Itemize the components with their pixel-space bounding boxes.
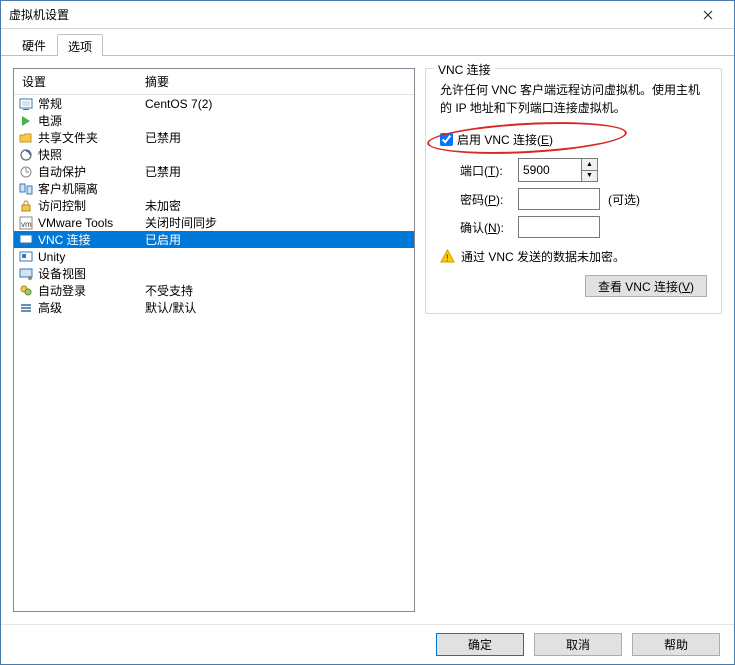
row-summary: CentOS 7(2) (143, 97, 414, 111)
row-label: 电源 (38, 112, 143, 129)
list-row[interactable]: 电源 (14, 112, 414, 129)
window-title: 虚拟机设置 (9, 6, 686, 23)
row-label: 自动保护 (38, 163, 143, 180)
isolation-icon (18, 181, 34, 197)
port-label: 端口(T): (460, 162, 518, 179)
row-summary: 已禁用 (143, 129, 414, 146)
password-label: 密码(P): (460, 191, 518, 208)
device-view-icon (18, 266, 34, 282)
port-row: 端口(T): ▲ ▼ (440, 158, 707, 182)
help-button[interactable]: 帮助 (632, 633, 720, 656)
lock-icon (18, 198, 34, 214)
spinner-up[interactable]: ▲ (582, 159, 597, 171)
vnc-panel: VNC 连接 允许任何 VNC 客户端远程访问虚拟机。使用主机的 IP 地址和下… (425, 68, 722, 612)
vmtools-icon: vm (18, 215, 34, 231)
confirm-label: 确认(N): (460, 219, 518, 236)
settings-list[interactable]: 设置 摘要 常规 CentOS 7(2) 电源 共享文件夹 已禁用 快照 (13, 68, 415, 612)
folder-icon (18, 130, 34, 146)
row-label: VMware Tools (38, 216, 143, 230)
row-label: 共享文件夹 (38, 129, 143, 146)
list-row[interactable]: 常规 CentOS 7(2) (14, 95, 414, 112)
row-label: 设备视图 (38, 265, 143, 282)
password-input[interactable] (518, 188, 600, 210)
list-row[interactable]: 高级 默认/默认 (14, 299, 414, 316)
advanced-icon (18, 300, 34, 316)
vnc-description: 允许任何 VNC 客户端远程访问虚拟机。使用主机的 IP 地址和下列端口连接虚拟… (440, 81, 707, 117)
list-row[interactable]: 自动登录 不受支持 (14, 282, 414, 299)
col-summary: 摘要 (143, 71, 410, 92)
list-row[interactable]: 访问控制 未加密 (14, 197, 414, 214)
enable-vnc-row: 启用 VNC 连接(E) (440, 131, 707, 148)
footer: 确定 取消 帮助 (1, 624, 734, 664)
list-row[interactable]: 共享文件夹 已禁用 (14, 129, 414, 146)
row-label: 快照 (38, 146, 143, 163)
row-label: 自动登录 (38, 282, 143, 299)
warning-icon: ! (440, 249, 455, 264)
monitor-icon (18, 232, 34, 248)
list-row[interactable]: VNC 连接 已启用 (14, 231, 414, 248)
close-icon (703, 10, 713, 20)
port-input[interactable] (519, 159, 581, 181)
row-summary: 不受支持 (143, 282, 414, 299)
autoprotect-icon (18, 164, 34, 180)
confirm-input[interactable] (518, 216, 600, 238)
warning-row: ! 通过 VNC 发送的数据未加密。 (440, 248, 707, 265)
autologin-icon (18, 283, 34, 299)
list-header: 设置 摘要 (14, 69, 414, 95)
row-label: 访问控制 (38, 197, 143, 214)
power-icon (18, 113, 34, 129)
list-row[interactable]: 快照 (14, 146, 414, 163)
close-button[interactable] (686, 4, 730, 26)
svg-text:!: ! (446, 253, 449, 263)
row-label: VNC 连接 (38, 231, 143, 248)
row-label: 高级 (38, 299, 143, 316)
unity-icon (18, 249, 34, 265)
tab-options[interactable]: 选项 (57, 34, 103, 56)
password-optional: (可选) (608, 191, 640, 208)
fieldset-legend: VNC 连接 (434, 61, 495, 78)
tab-hardware[interactable]: 硬件 (11, 33, 57, 55)
enable-vnc-checkbox[interactable] (440, 133, 453, 146)
snapshot-icon (18, 147, 34, 163)
list-row[interactable]: vm VMware Tools 关闭时间同步 (14, 214, 414, 231)
spinner-down[interactable]: ▼ (582, 171, 597, 182)
svg-text:vm: vm (21, 220, 32, 229)
cancel-button[interactable]: 取消 (534, 633, 622, 656)
tabbar: 硬件 选项 (1, 29, 734, 56)
dialog-body: 设置 摘要 常规 CentOS 7(2) 电源 共享文件夹 已禁用 快照 (1, 56, 734, 624)
list-row[interactable]: 自动保护 已禁用 (14, 163, 414, 180)
vnc-fieldset: VNC 连接 允许任何 VNC 客户端远程访问虚拟机。使用主机的 IP 地址和下… (425, 68, 722, 314)
general-icon (18, 96, 34, 112)
row-label: Unity (38, 250, 143, 264)
list-row[interactable]: Unity (14, 248, 414, 265)
port-spinner: ▲ ▼ (518, 158, 598, 182)
confirm-row: 确认(N): (440, 216, 707, 238)
row-label: 常规 (38, 95, 143, 112)
row-summary: 默认/默认 (143, 299, 414, 316)
list-row[interactable]: 设备视图 (14, 265, 414, 282)
col-setting: 设置 (18, 71, 143, 92)
titlebar: 虚拟机设置 (1, 1, 734, 29)
enable-vnc-label[interactable]: 启用 VNC 连接(E) (457, 131, 553, 148)
row-summary: 未加密 (143, 197, 414, 214)
warning-text: 通过 VNC 发送的数据未加密。 (461, 248, 625, 265)
row-summary: 已启用 (143, 231, 414, 248)
view-btn-row: 查看 VNC 连接(V) (440, 275, 707, 297)
row-summary: 关闭时间同步 (143, 214, 414, 231)
view-vnc-button[interactable]: 查看 VNC 连接(V) (585, 275, 707, 297)
row-summary: 已禁用 (143, 163, 414, 180)
ok-button[interactable]: 确定 (436, 633, 524, 656)
row-label: 客户机隔离 (38, 180, 143, 197)
password-row: 密码(P): (可选) (440, 188, 707, 210)
dialog-window: 虚拟机设置 硬件 选项 设置 摘要 常规 CentOS 7(2) 电源 (0, 0, 735, 665)
list-row[interactable]: 客户机隔离 (14, 180, 414, 197)
